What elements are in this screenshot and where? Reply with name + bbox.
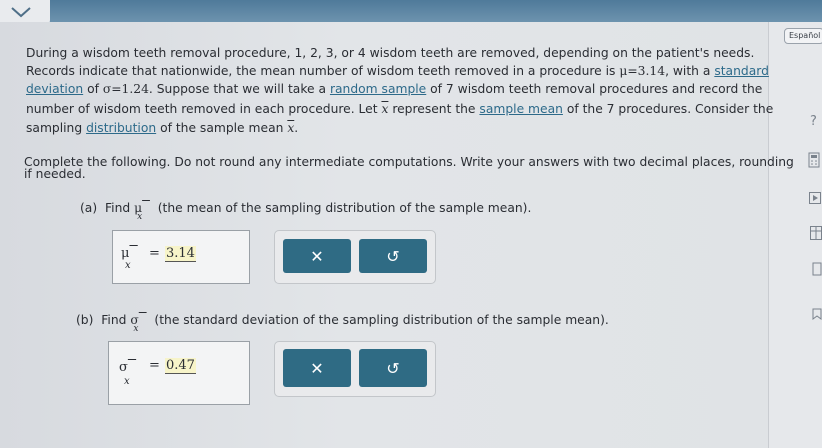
problem-line-2: Records indicate that nationwide, the me… — [26, 64, 769, 78]
close-icon: ✕ — [310, 246, 324, 266]
population-sd: σ=1.24 — [102, 82, 149, 96]
undo-button-a[interactable]: ↺ — [359, 239, 427, 273]
problem-line-4: number of wisdom teeth removed in each p… — [26, 102, 774, 116]
link-standard[interactable]: standard — [714, 64, 769, 78]
clear-button-a[interactable]: ✕ — [283, 239, 351, 273]
calculator-icon[interactable] — [808, 152, 820, 171]
answer-b-input[interactable]: 0.47 — [165, 358, 196, 374]
answer-box-a: μ x = 3.14 — [112, 230, 250, 284]
chevron-down-icon — [11, 7, 31, 18]
problem-line-3: deviation of σ=1.24. Suppose that we wil… — [26, 82, 763, 96]
part-a-prompt: (a) Find μ x (the mean of the sampling d… — [80, 201, 532, 222]
clear-button-b[interactable]: ✕ — [283, 349, 351, 387]
answer-a-buttons: ✕ ↺ — [274, 230, 436, 284]
close-icon: ✕ — [310, 358, 324, 378]
instructions-line-1: Complete the following. Do not round any… — [24, 155, 794, 169]
book-icon[interactable] — [812, 262, 822, 279]
sigma-xbar-symbol: σ x — [130, 313, 139, 334]
answer-a-input[interactable]: 3.14 — [165, 246, 196, 262]
answer-a-symbol: μ x — [121, 246, 131, 271]
undo-icon: ↺ — [386, 358, 400, 378]
link-distribution[interactable]: distribution — [86, 121, 156, 135]
undo-button-b[interactable]: ↺ — [359, 349, 427, 387]
mu-xbar-symbol: μ x — [134, 201, 143, 222]
bookmark-icon[interactable] — [812, 308, 822, 323]
link-deviation[interactable]: deviation — [26, 82, 83, 96]
table-icon[interactable] — [810, 226, 822, 243]
link-random-sample[interactable]: random sample — [330, 82, 426, 96]
help-icon[interactable]: ? — [810, 114, 817, 129]
problem-line-5: sampling distribution of the sample mean… — [26, 121, 299, 135]
part-b-prompt: (b) Find σ x (the standard deviation of … — [76, 313, 609, 334]
instructions-line-2: if needed. — [24, 167, 86, 181]
answer-b-symbol: σ x — [119, 360, 130, 387]
population-mean: μ=3.14 — [619, 64, 666, 78]
problem-line-1: During a wisdom teeth removal procedure,… — [26, 46, 755, 60]
undo-icon: ↺ — [386, 246, 400, 266]
link-sample-mean[interactable]: sample mean — [479, 102, 563, 116]
language-button[interactable]: Español — [784, 28, 822, 44]
answer-box-b: σ x = 0.47 — [108, 341, 250, 405]
top-bar — [0, 0, 822, 22]
play-icon[interactable] — [809, 192, 821, 207]
answer-b-buttons: ✕ ↺ — [274, 341, 436, 397]
